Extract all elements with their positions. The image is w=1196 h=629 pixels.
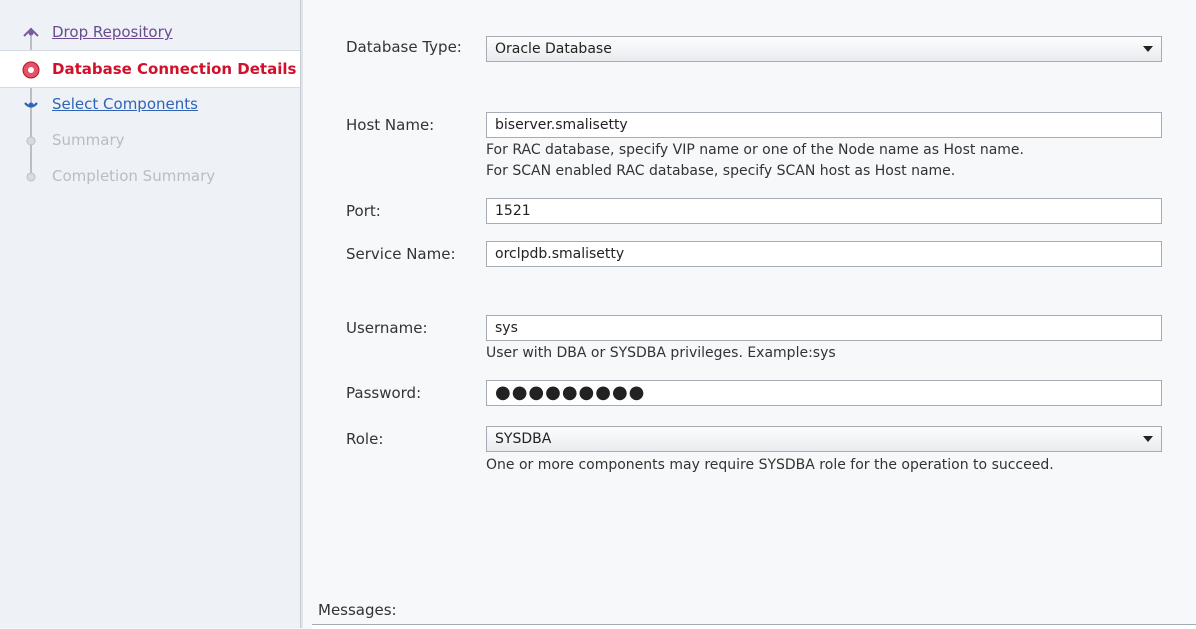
step-select-components[interactable]: Select Components bbox=[0, 86, 300, 122]
step-next-icon bbox=[24, 102, 38, 108]
messages-area[interactable] bbox=[312, 624, 1196, 629]
host-name-label: Host Name: bbox=[346, 116, 435, 134]
step-pending-icon bbox=[26, 136, 36, 146]
role-value: SYSDBA bbox=[495, 431, 552, 447]
step-label: Completion Summary bbox=[52, 167, 216, 185]
host-name-input[interactable]: biserver.smalisetty bbox=[486, 112, 1162, 138]
database-type-value: Oracle Database bbox=[495, 41, 612, 57]
port-label: Port: bbox=[346, 202, 381, 220]
step-label: Database Connection Details bbox=[52, 60, 297, 78]
service-name-value: orclpdb.smalisetty bbox=[495, 246, 625, 262]
wizard-sidebar: Drop Repository Database Connection Deta… bbox=[0, 0, 303, 628]
service-name-label: Service Name: bbox=[346, 245, 456, 263]
step-label[interactable]: Select Components bbox=[52, 95, 198, 113]
role-label: Role: bbox=[346, 430, 384, 448]
host-name-hint-rac: For RAC database, specify VIP name or on… bbox=[486, 142, 1024, 158]
step-drop-repository[interactable]: Drop Repository bbox=[0, 14, 300, 50]
database-type-select[interactable]: Oracle Database bbox=[486, 36, 1162, 62]
host-name-hint-scan: For SCAN enabled RAC database, specify S… bbox=[486, 163, 956, 179]
step-database-connection-details[interactable]: Database Connection Details bbox=[0, 50, 300, 88]
role-select[interactable]: SYSDBA bbox=[486, 426, 1162, 452]
service-name-input[interactable]: orclpdb.smalisetty bbox=[486, 241, 1162, 267]
username-value: sys bbox=[495, 320, 518, 336]
step-completion-summary: Completion Summary bbox=[0, 158, 300, 194]
username-input[interactable]: sys bbox=[486, 315, 1162, 341]
username-label: Username: bbox=[346, 319, 428, 337]
database-type-label: Database Type: bbox=[346, 38, 462, 56]
password-input[interactable]: ●●●●●●●●● bbox=[486, 380, 1162, 406]
host-name-value: biserver.smalisetty bbox=[495, 117, 628, 133]
step-summary: Summary bbox=[0, 122, 300, 158]
step-label[interactable]: Drop Repository bbox=[52, 23, 173, 41]
password-value: ●●●●●●●●● bbox=[495, 382, 646, 403]
step-active-icon bbox=[22, 61, 40, 79]
password-label: Password: bbox=[346, 384, 422, 402]
step-pending-icon bbox=[26, 172, 36, 182]
port-value: 1521 bbox=[495, 203, 531, 219]
step-done-icon bbox=[23, 27, 39, 37]
connection-form-panel bbox=[303, 0, 1196, 628]
chevron-down-icon[interactable] bbox=[1143, 436, 1153, 442]
step-label: Summary bbox=[52, 131, 125, 149]
port-input[interactable]: 1521 bbox=[486, 198, 1162, 224]
role-hint: One or more components may require SYSDB… bbox=[486, 457, 1054, 473]
chevron-down-icon[interactable] bbox=[1143, 46, 1153, 52]
messages-label: Messages: bbox=[318, 601, 397, 619]
username-hint: User with DBA or SYSDBA privileges. Exam… bbox=[486, 345, 836, 361]
